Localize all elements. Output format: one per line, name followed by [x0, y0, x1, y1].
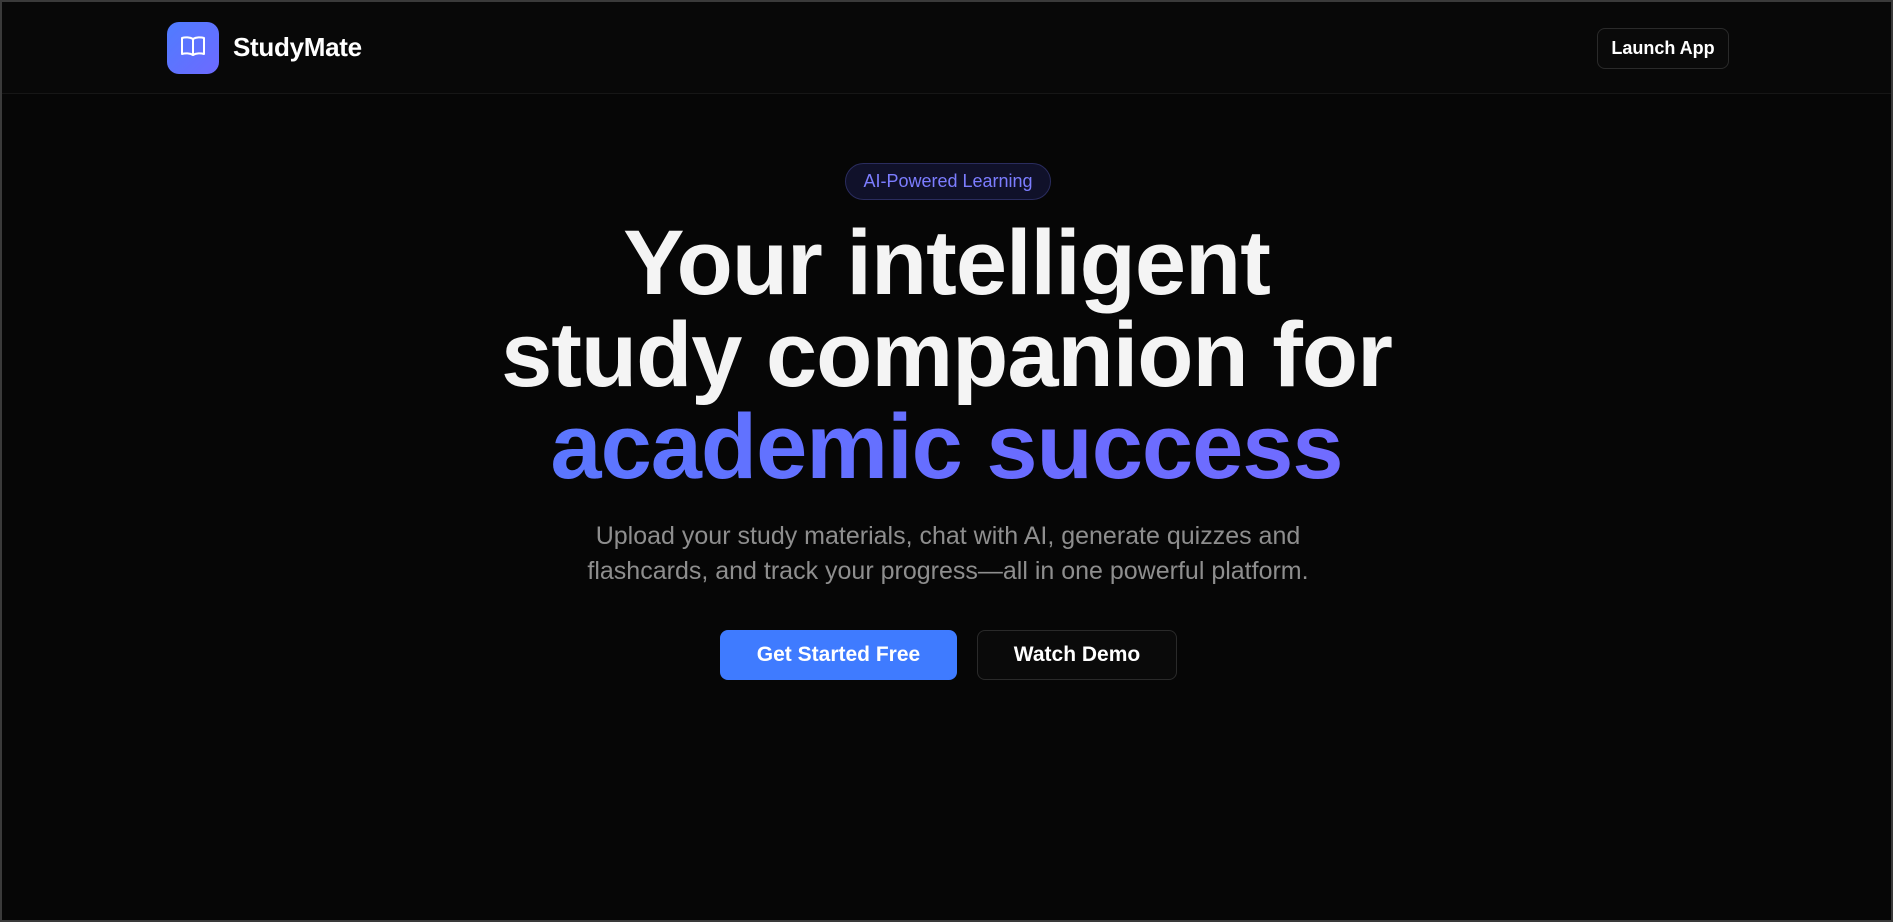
get-started-button[interactable]: Get Started Free — [720, 630, 957, 680]
subtitle-line-2: flashcards, and track your progress—all … — [587, 557, 1309, 585]
logo[interactable] — [167, 22, 219, 74]
watch-demo-button[interactable]: Watch Demo — [977, 630, 1177, 680]
top-navbar: StudyMate Launch App — [2, 2, 1891, 94]
hero-subtitle: Upload your study materials, chat with A… — [548, 519, 1348, 589]
browser-viewport: StudyMate Launch App AI-Powered Learning… — [0, 0, 1893, 922]
hero-headline: Your intelligent study companion for aca… — [2, 217, 1891, 493]
ai-powered-badge: AI-Powered Learning — [845, 163, 1051, 200]
launch-app-button[interactable]: Launch App — [1597, 28, 1729, 69]
headline-line-2: study companion for — [501, 304, 1393, 406]
headline-accent: academic success — [2, 401, 1891, 493]
subtitle-line-1: Upload your study materials, chat with A… — [595, 522, 1301, 550]
headline-line-1: Your intelligent — [623, 212, 1271, 314]
open-book-icon — [180, 35, 206, 62]
brand-name[interactable]: StudyMate — [233, 32, 362, 63]
